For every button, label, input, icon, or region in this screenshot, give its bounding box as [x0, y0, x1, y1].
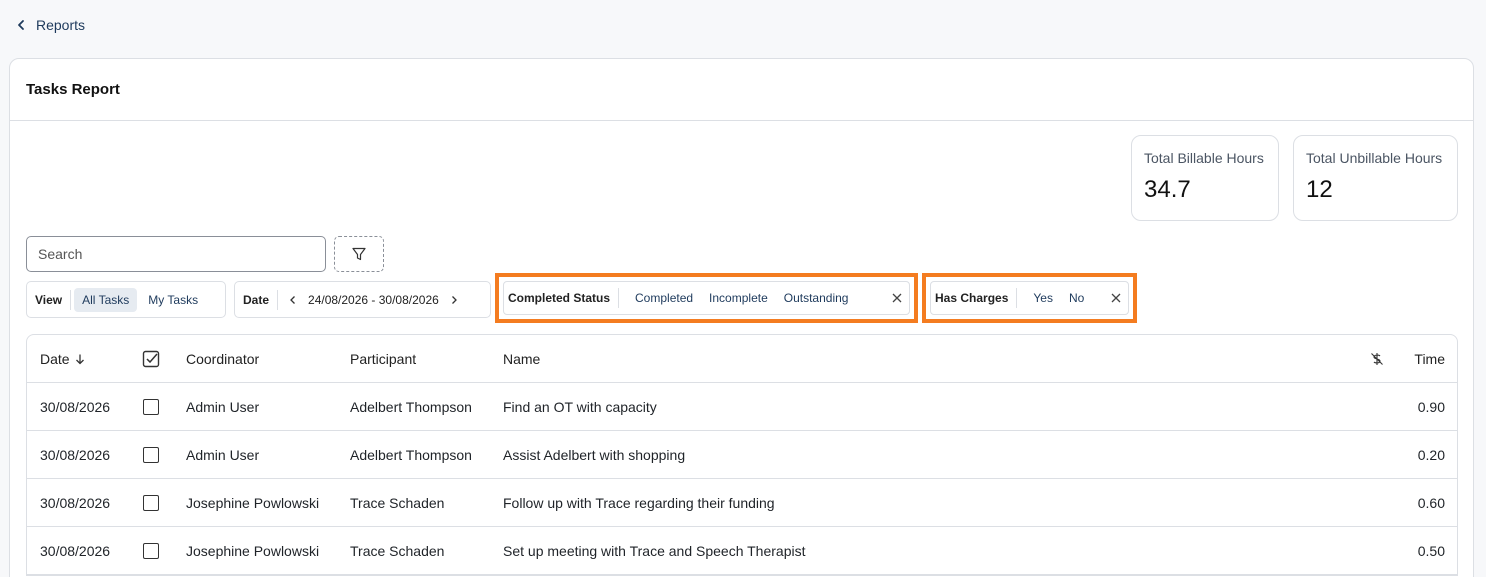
column-participant[interactable]: Participant — [338, 351, 491, 367]
cell-date: 30/08/2026 — [40, 542, 111, 559]
tasks-table: Date Coordinator Participant Name Time 3… — [26, 334, 1458, 576]
cell-coordinator: Josephine Powlowski — [186, 494, 320, 511]
card-header: Tasks Report — [10, 59, 1473, 121]
complete-checkbox[interactable] — [143, 446, 159, 463]
filter-button[interactable] — [334, 236, 384, 272]
has-charges-label: Has Charges — [935, 291, 1009, 305]
chevron-right-icon[interactable] — [449, 295, 459, 305]
cell-time: 0.20 — [1417, 446, 1445, 463]
cell-name: Follow up with Trace regarding their fun… — [503, 494, 775, 511]
completed-status-highlight: Completed Status Completed Incomplete Ou… — [495, 273, 918, 323]
table-row[interactable]: 30/08/2026 Josephine Powlowski Trace Sch… — [27, 527, 1457, 575]
back-link[interactable]: Reports — [14, 17, 85, 33]
cell-coordinator: Josephine Powlowski — [186, 542, 320, 559]
table-row[interactable]: 30/08/2026 Admin User Adelbert Thompson … — [27, 383, 1457, 431]
stat-value: 12 — [1306, 176, 1333, 203]
stat-label: Total Billable Hours — [1144, 150, 1264, 166]
back-link-label: Reports — [36, 17, 86, 33]
option-completed[interactable]: Completed — [627, 291, 701, 305]
view-all-tasks[interactable]: All Tasks — [74, 287, 138, 312]
arrow-down-icon — [75, 354, 84, 364]
cell-date: 30/08/2026 — [40, 446, 111, 463]
cell-participant: Adelbert Thompson — [350, 446, 472, 463]
column-time[interactable]: Time — [1397, 351, 1457, 367]
option-no[interactable]: No — [1061, 291, 1092, 305]
cell-coordinator: Admin User — [186, 398, 260, 415]
close-icon[interactable] — [891, 292, 903, 304]
date-range-value[interactable]: 24/08/2026 - 30/08/2026 — [308, 293, 439, 307]
date-label: Date — [243, 292, 270, 307]
search-input[interactable] — [26, 236, 326, 272]
cell-date: 30/08/2026 — [40, 398, 111, 415]
page-title: Tasks Report — [26, 81, 120, 98]
chevron-left-icon — [18, 20, 24, 30]
cell-time: 0.60 — [1417, 494, 1445, 511]
view-my-tasks[interactable]: My Tasks — [140, 288, 206, 312]
view-label: View — [35, 292, 63, 307]
completed-status-filter: Completed Status Completed Incomplete Ou… — [503, 281, 910, 315]
column-date-label: Date — [40, 350, 70, 367]
option-yes[interactable]: Yes — [1025, 291, 1061, 305]
stat-value: 34.7 — [1144, 176, 1191, 203]
cell-name: Set up meeting with Trace and Speech The… — [503, 542, 806, 559]
cell-date: 30/08/2026 — [40, 494, 111, 511]
divider — [618, 288, 620, 308]
cell-name: Assist Adelbert with shopping — [503, 446, 686, 463]
option-outstanding[interactable]: Outstanding — [776, 291, 857, 305]
cell-participant: Trace Schaden — [350, 542, 445, 559]
cell-participant: Trace Schaden — [350, 494, 445, 511]
stat-label: Total Unbillable Hours — [1306, 150, 1443, 166]
close-icon[interactable] — [1110, 292, 1122, 304]
table-header: Date Coordinator Participant Name Time — [27, 335, 1457, 383]
cell-participant: Adelbert Thompson — [350, 398, 472, 415]
column-coordinator[interactable]: Coordinator — [174, 351, 338, 367]
column-charges[interactable] — [1357, 352, 1397, 366]
cell-name: Find an OT with capacity — [503, 398, 657, 415]
complete-checkbox[interactable] — [143, 398, 159, 415]
date-range-group: Date 24/08/2026 - 30/08/2026 — [234, 281, 491, 318]
has-charges-filter: Has Charges Yes No — [930, 281, 1129, 315]
has-charges-highlight: Has Charges Yes No — [922, 273, 1137, 323]
cell-coordinator: Admin User — [186, 446, 260, 463]
no-charge-icon — [1371, 352, 1383, 365]
complete-checkbox[interactable] — [143, 542, 159, 559]
table-row[interactable]: 30/08/2026 Josephine Powlowski Trace Sch… — [27, 479, 1457, 527]
cell-time: 0.90 — [1417, 398, 1445, 415]
filter-icon — [352, 247, 366, 261]
complete-checkbox[interactable] — [143, 494, 159, 511]
chevron-left-icon[interactable] — [288, 295, 298, 305]
unbillable-hours-card: Total Unbillable Hours 12 — [1293, 135, 1458, 221]
column-date[interactable]: Date — [27, 351, 128, 367]
completed-status-label: Completed Status — [508, 291, 611, 305]
cell-time: 0.50 — [1417, 542, 1445, 559]
option-incomplete[interactable]: Incomplete — [701, 291, 776, 305]
column-name[interactable]: Name — [491, 351, 1357, 367]
table-row[interactable]: 30/08/2026 Admin User Adelbert Thompson … — [27, 431, 1457, 479]
column-completed[interactable] — [128, 350, 174, 368]
report-card: Tasks Report Total Billable Hours 34.7 T… — [9, 58, 1474, 577]
billable-hours-card: Total Billable Hours 34.7 — [1131, 135, 1279, 221]
divider — [1016, 288, 1018, 308]
view-toggle-group: View All Tasks My Tasks — [26, 281, 226, 318]
divider — [70, 289, 72, 310]
checkbox-checked-icon — [142, 350, 160, 367]
